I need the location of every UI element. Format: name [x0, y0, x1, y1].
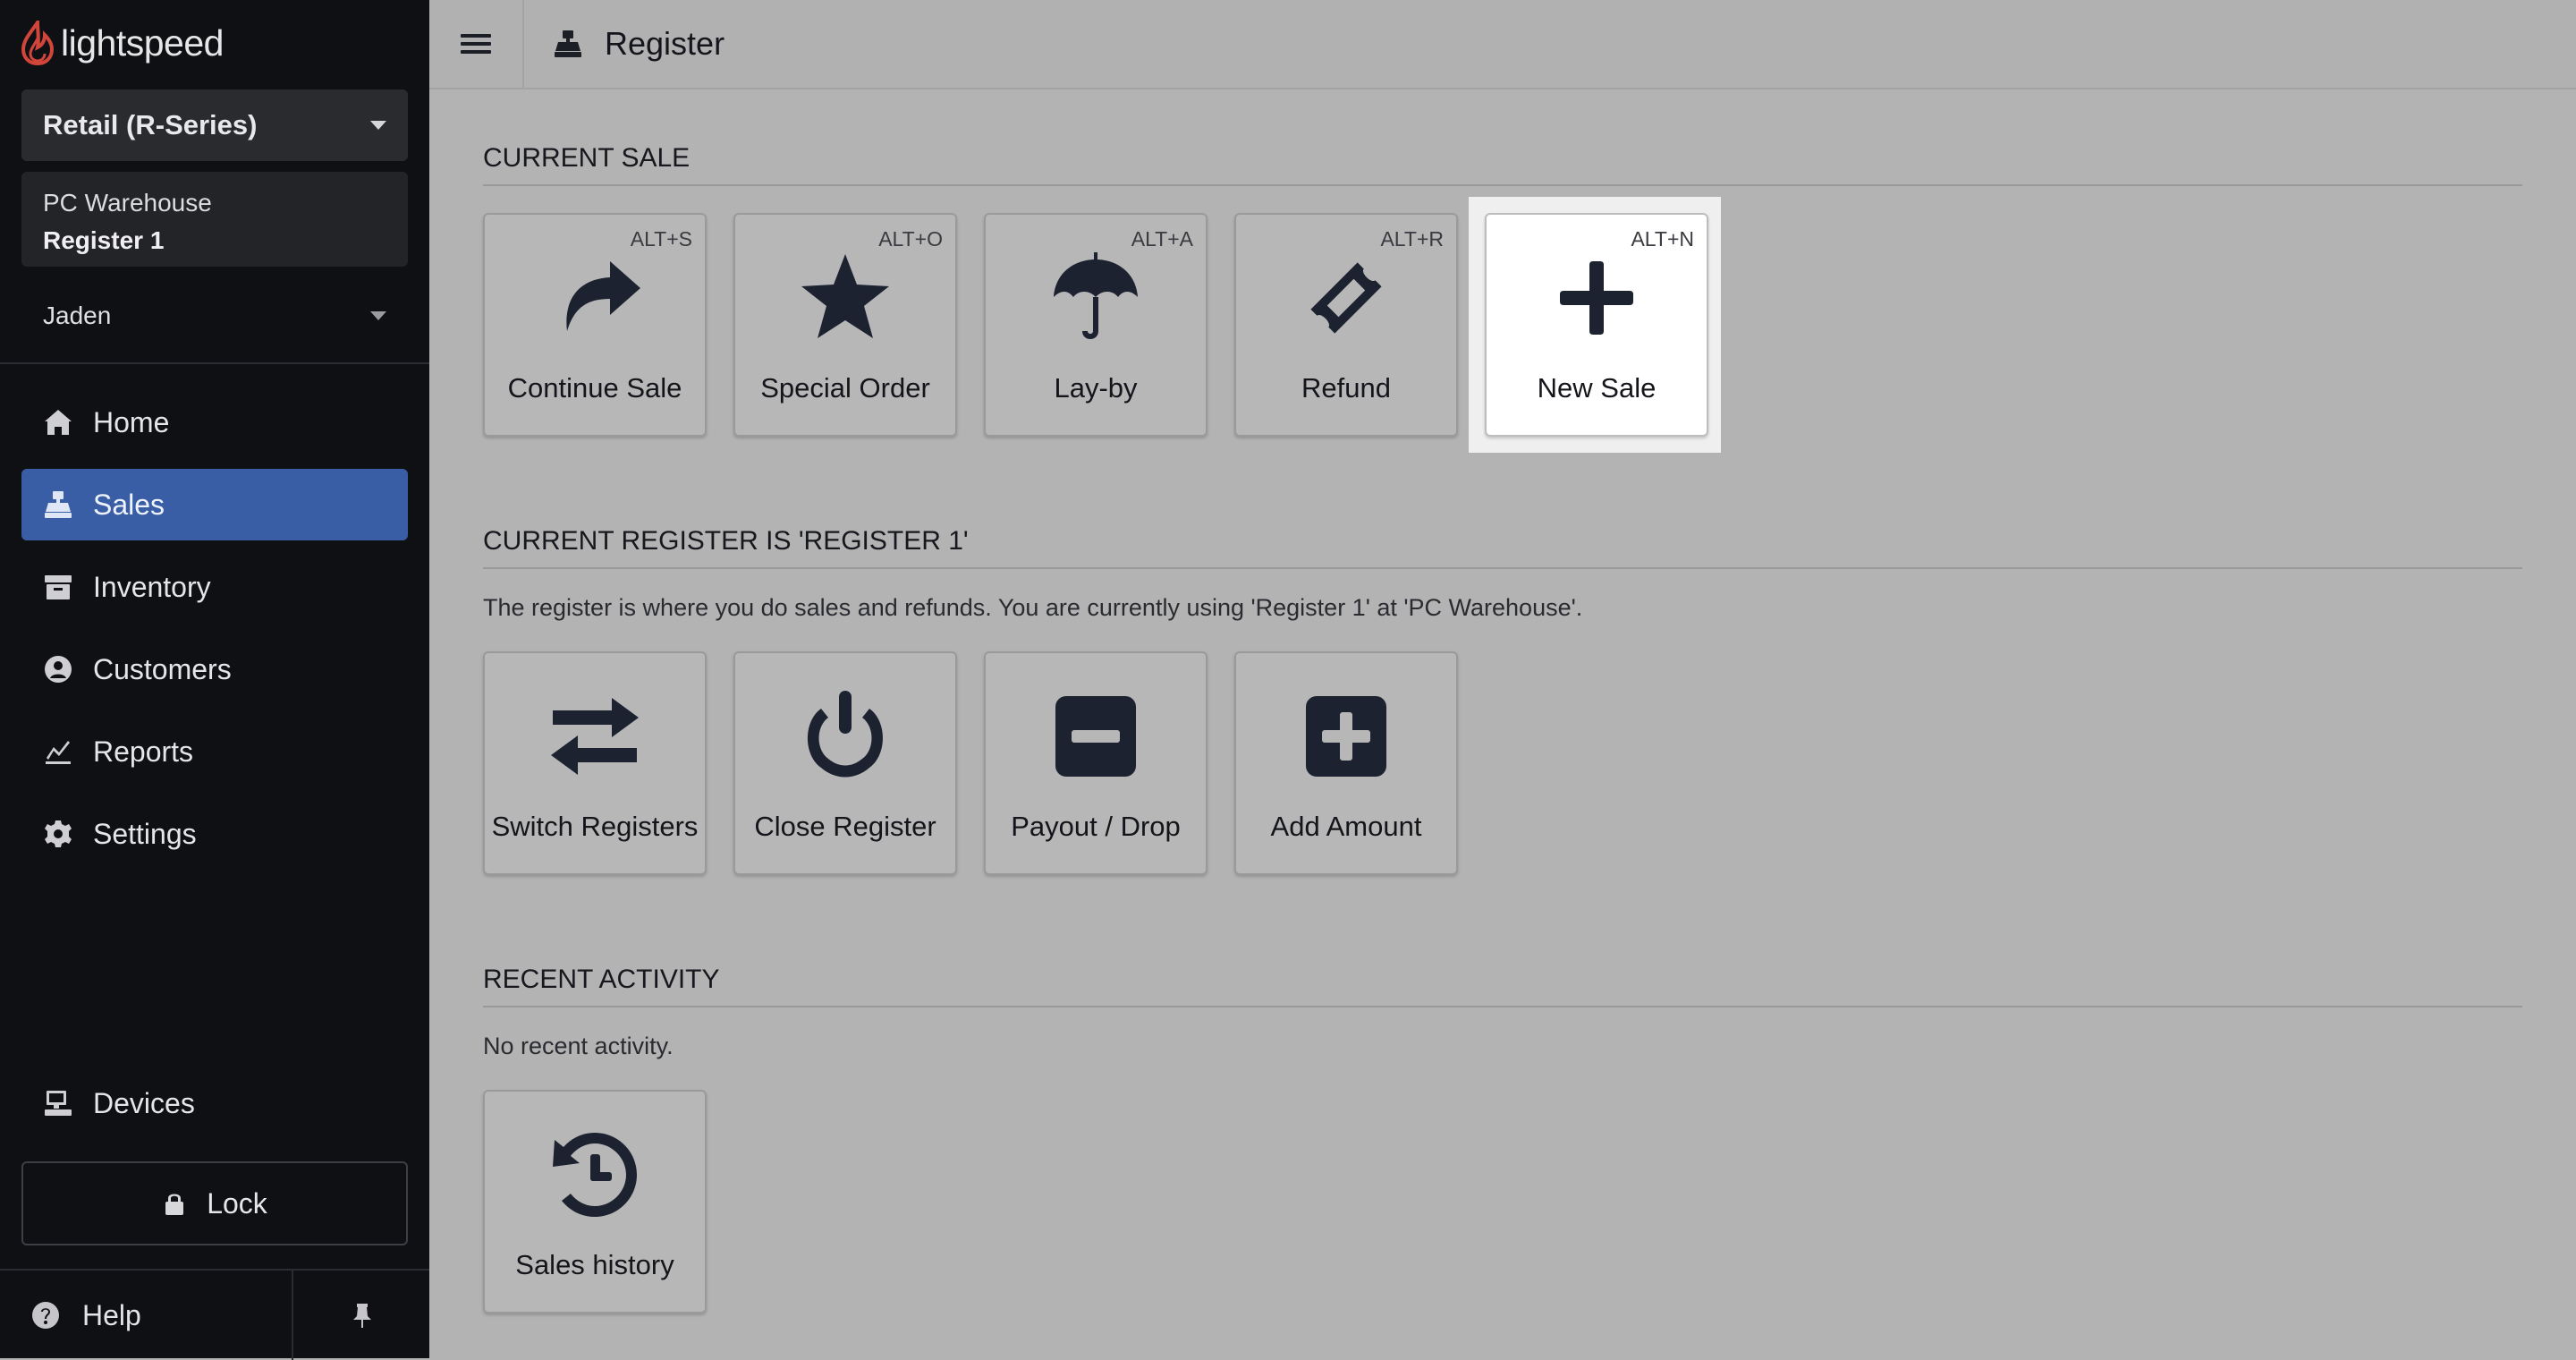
lightspeed-logo[interactable]: lightspeed	[21, 18, 224, 68]
sidebar-item-settings[interactable]: Settings	[21, 798, 408, 870]
tile-label: Refund	[1301, 372, 1391, 404]
tile-label: Payout / Drop	[1011, 811, 1181, 842]
product-select[interactable]: Retail (R-Series)	[21, 89, 408, 161]
history-icon	[485, 1126, 705, 1224]
devices-icon	[41, 1086, 75, 1120]
sidebar-item-reports[interactable]: Reports	[21, 716, 408, 787]
sales-history-button[interactable]: Sales history	[483, 1090, 707, 1313]
exchange-icon	[485, 687, 705, 786]
plus-icon	[1487, 249, 1707, 347]
tile-label: New Sale	[1537, 372, 1657, 404]
lock-button[interactable]: Lock	[21, 1161, 408, 1245]
tile-label: Special Order	[760, 372, 930, 404]
sidebar-item-label: Inventory	[93, 570, 211, 603]
tile-label: Close Register	[754, 811, 936, 842]
share-arrow-icon	[485, 249, 705, 347]
tile-label: Add Amount	[1270, 811, 1422, 842]
page-title: Register	[553, 0, 724, 88]
flame-logo-icon	[21, 21, 54, 65]
shortcut-label: ALT+A	[1131, 227, 1193, 251]
lay-by-button[interactable]: ALT+A Lay-by	[984, 213, 1208, 437]
chart-icon	[41, 735, 75, 769]
sidebar-item-label: Reports	[93, 735, 194, 768]
close-register-button[interactable]: Close Register	[733, 651, 957, 875]
register-icon	[41, 488, 75, 522]
sidebar-footer: Help	[0, 1269, 429, 1360]
customer-icon	[41, 652, 75, 686]
sidebar-item-label: Sales	[93, 488, 165, 521]
no-recent-activity-text: No recent activity.	[483, 1033, 674, 1059]
register-name: Register 1	[43, 226, 165, 254]
sidebar: lightspeed Retail (R-Series) PC Warehous…	[0, 0, 429, 1360]
tile-label: Switch Registers	[491, 811, 699, 842]
sidebar-item-devices[interactable]: Devices	[21, 1067, 408, 1139]
user-menu[interactable]: Jaden	[21, 293, 408, 338]
sidebar-item-label: Settings	[93, 817, 197, 850]
help-icon	[32, 1302, 59, 1329]
product-select-label: Retail (R-Series)	[43, 109, 258, 140]
location-name: PC Warehouse	[43, 189, 212, 217]
special-order-button[interactable]: ALT+O Special Order	[733, 213, 957, 437]
refund-button[interactable]: ALT+R Refund	[1234, 213, 1458, 437]
tile-label: Lay-by	[1054, 372, 1138, 404]
help-button[interactable]: Help	[0, 1271, 292, 1360]
pin-sidebar-button[interactable]	[292, 1271, 431, 1360]
inventory-icon	[41, 570, 75, 604]
sidebar-item-label: Home	[93, 405, 170, 438]
current-register-heading: CURRENT REGISTER IS 'REGISTER 1'	[483, 526, 2522, 569]
sidebar-item-sales[interactable]: Sales	[21, 469, 408, 540]
continue-sale-button[interactable]: ALT+S Continue Sale	[483, 213, 707, 437]
register-icon	[555, 30, 581, 57]
current-sale-heading: CURRENT SALE	[483, 143, 2522, 186]
hamburger-icon	[461, 34, 491, 54]
shortcut-label: ALT+N	[1631, 227, 1694, 251]
logo-text: lightspeed	[61, 21, 224, 64]
star-icon	[735, 249, 955, 347]
sidebar-item-home[interactable]: Home	[21, 387, 408, 458]
gear-icon	[41, 817, 75, 851]
shortcut-label: ALT+O	[878, 227, 943, 251]
help-label: Help	[82, 1298, 141, 1331]
page-title-text: Register	[605, 25, 725, 62]
power-icon	[735, 687, 955, 786]
umbrella-icon	[986, 249, 1206, 347]
caret-down-icon	[370, 311, 386, 320]
lock-label: Lock	[207, 1186, 267, 1220]
plus-square-icon	[1236, 687, 1456, 786]
pin-icon	[353, 1304, 371, 1328]
payout-drop-button[interactable]: Payout / Drop	[984, 651, 1208, 875]
sidebar-item-inventory[interactable]: Inventory	[21, 551, 408, 623]
register-description: The register is where you do sales and r…	[483, 594, 1583, 621]
shortcut-label: ALT+R	[1380, 227, 1444, 251]
ticket-icon	[1236, 249, 1456, 347]
add-amount-button[interactable]: Add Amount	[1234, 651, 1458, 875]
sidebar-item-customers[interactable]: Customers	[21, 633, 408, 705]
topbar: Register	[429, 0, 2576, 89]
switch-registers-button[interactable]: Switch Registers	[483, 651, 707, 875]
recent-activity-heading: RECENT ACTIVITY	[483, 965, 2522, 1007]
tile-label: Sales history	[515, 1249, 674, 1280]
caret-down-icon	[370, 121, 386, 130]
shortcut-label: ALT+S	[630, 227, 692, 251]
sidebar-divider	[0, 362, 429, 364]
lock-icon	[165, 1194, 184, 1215]
new-sale-button[interactable]: ALT+N New Sale	[1485, 213, 1708, 437]
home-icon	[41, 405, 75, 439]
sidebar-item-label: Customers	[93, 652, 232, 685]
user-name: Jaden	[43, 302, 112, 329]
menu-toggle-button[interactable]	[429, 0, 524, 88]
location-info: PC Warehouse Register 1	[21, 172, 408, 267]
tile-label: Continue Sale	[507, 372, 682, 404]
minus-square-icon	[986, 687, 1206, 786]
sidebar-item-label: Devices	[93, 1086, 195, 1119]
